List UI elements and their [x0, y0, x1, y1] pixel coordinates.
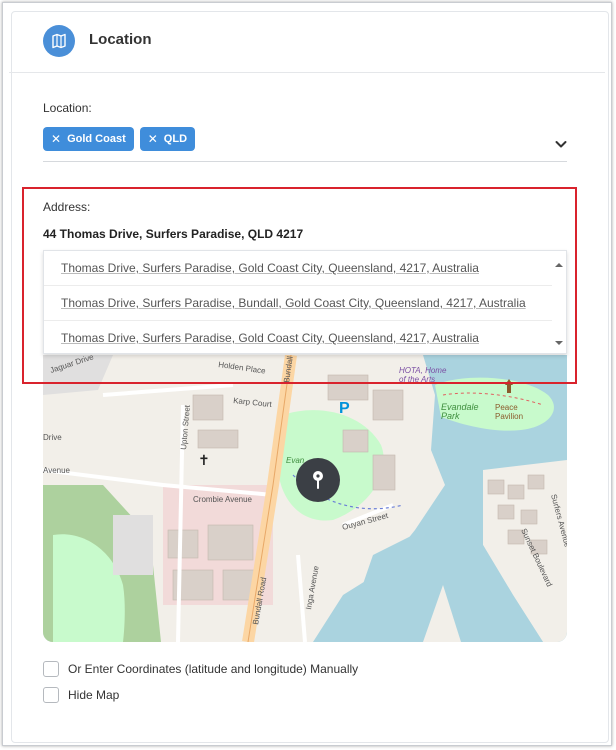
location-select-underline: [43, 161, 567, 162]
page-title: Location: [89, 31, 152, 48]
location-chips: ✕ Gold Coast ✕ QLD: [43, 127, 196, 151]
remove-chip-icon[interactable]: ✕: [148, 132, 158, 146]
manual-coordinates-option[interactable]: Or Enter Coordinates (latitude and longi…: [43, 661, 358, 677]
address-suggestion-item[interactable]: Thomas Drive, Surfers Paradise, Gold Coa…: [44, 321, 552, 356]
manual-coordinates-label: Or Enter Coordinates (latitude and longi…: [68, 662, 359, 676]
map-label-avenue: Avenue: [43, 466, 71, 475]
map-label-crombie-avenue: Crombie Avenue: [193, 495, 253, 504]
chevron-down-icon[interactable]: [554, 137, 568, 151]
scroll-down-icon[interactable]: [552, 337, 566, 349]
chip-gold-coast[interactable]: ✕ Gold Coast: [43, 127, 134, 151]
church-icon: ✝: [198, 453, 210, 469]
map-view[interactable]: Jaguar Drive Holden Place Karp Court Upt…: [43, 355, 567, 642]
scroll-up-icon[interactable]: [552, 259, 566, 271]
parking-icon: P: [339, 400, 350, 417]
remove-chip-icon[interactable]: ✕: [51, 132, 61, 146]
address-input[interactable]: 44 Thomas Drive, Surfers Paradise, QLD 4…: [43, 227, 303, 241]
suggestion-text[interactable]: Thomas Drive, Surfers Paradise, Bundall,…: [61, 296, 526, 310]
chip-qld[interactable]: ✕ QLD: [139, 127, 196, 151]
suggestion-text[interactable]: Thomas Drive, Surfers Paradise, Gold Coa…: [61, 331, 479, 345]
map-pin-button[interactable]: [296, 458, 340, 502]
hide-map-label: Hide Map: [68, 688, 120, 702]
chip-label: Gold Coast: [67, 133, 126, 145]
map-pin-icon: [313, 471, 323, 489]
chip-label: QLD: [163, 133, 188, 145]
map-canvas[interactable]: Jaguar Drive Holden Place Karp Court Upt…: [43, 355, 567, 642]
hide-map-checkbox[interactable]: [43, 687, 59, 703]
address-suggestion-item[interactable]: Thomas Drive, Surfers Paradise, Gold Coa…: [44, 251, 552, 286]
map-icon: [43, 25, 75, 57]
manual-coordinates-checkbox[interactable]: [43, 661, 59, 677]
address-suggestions-dropdown: Thomas Drive, Surfers Paradise, Gold Coa…: [43, 250, 567, 354]
address-suggestion-item[interactable]: Thomas Drive, Surfers Paradise, Bundall,…: [44, 286, 552, 321]
address-label: Address:: [43, 200, 91, 214]
card-header: Location: [9, 9, 605, 73]
location-label: Location:: [43, 101, 92, 115]
hide-map-option[interactable]: Hide Map: [43, 687, 119, 703]
suggestion-text[interactable]: Thomas Drive, Surfers Paradise, Gold Coa…: [61, 261, 479, 275]
map-label-drive: Drive: [43, 433, 62, 442]
